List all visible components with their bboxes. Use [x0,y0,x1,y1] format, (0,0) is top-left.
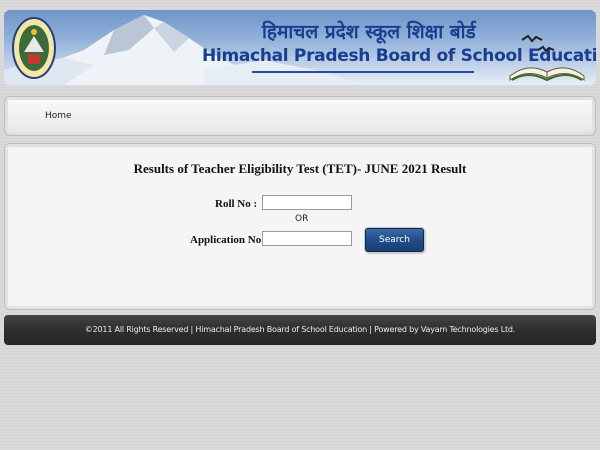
board-logo [12,16,56,80]
header-title-hindi: हिमाचल प्रदेश स्कूल शिक्षा बोर्ड [262,21,476,43]
header-underline [252,71,474,73]
application-no-input[interactable] [262,231,352,246]
application-no-label: Application No : [190,234,268,246]
book-birds-icon [509,34,585,82]
header-banner: हिमाचल प्रदेश स्कूल शिक्षा बोर्ड Himacha… [4,10,596,85]
or-label: OR [295,214,309,224]
footer: ©2011 All Rights Reserved | Himachal Pra… [4,315,596,345]
roll-no-label: Roll No : [215,198,258,210]
nav-bar: Home [4,96,596,136]
footer-copyright: ©2011 All Rights Reserved | Himachal Pra… [84,325,516,334]
nav-home-link[interactable]: Home [45,111,72,121]
page-title: Results of Teacher Eligibility Test (TET… [133,161,467,176]
roll-no-input[interactable] [262,195,352,210]
search-button[interactable]: Search [365,228,424,252]
result-form-panel: Results of Teacher Eligibility Test (TET… [4,143,596,310]
